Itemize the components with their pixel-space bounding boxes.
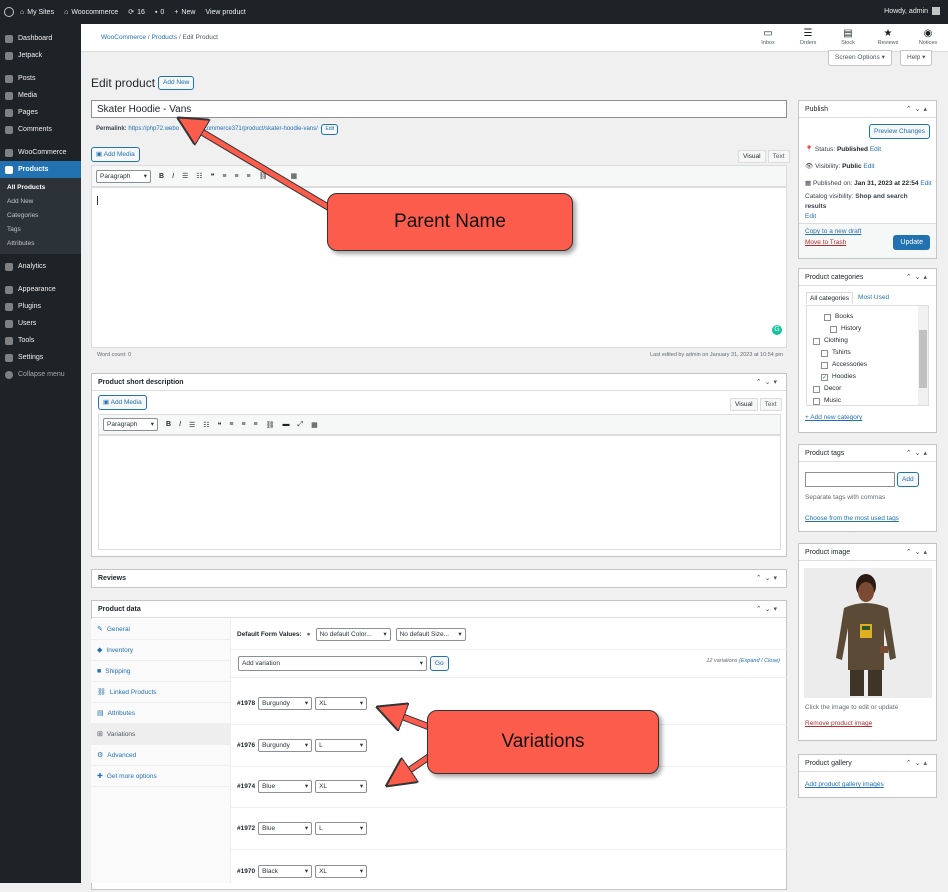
variations-callout: Variations — [427, 710, 659, 774]
variations-arrow-upper — [390, 712, 434, 728]
parent-name-callout: Parent Name — [327, 193, 573, 251]
parent-name-arrow — [190, 125, 335, 214]
